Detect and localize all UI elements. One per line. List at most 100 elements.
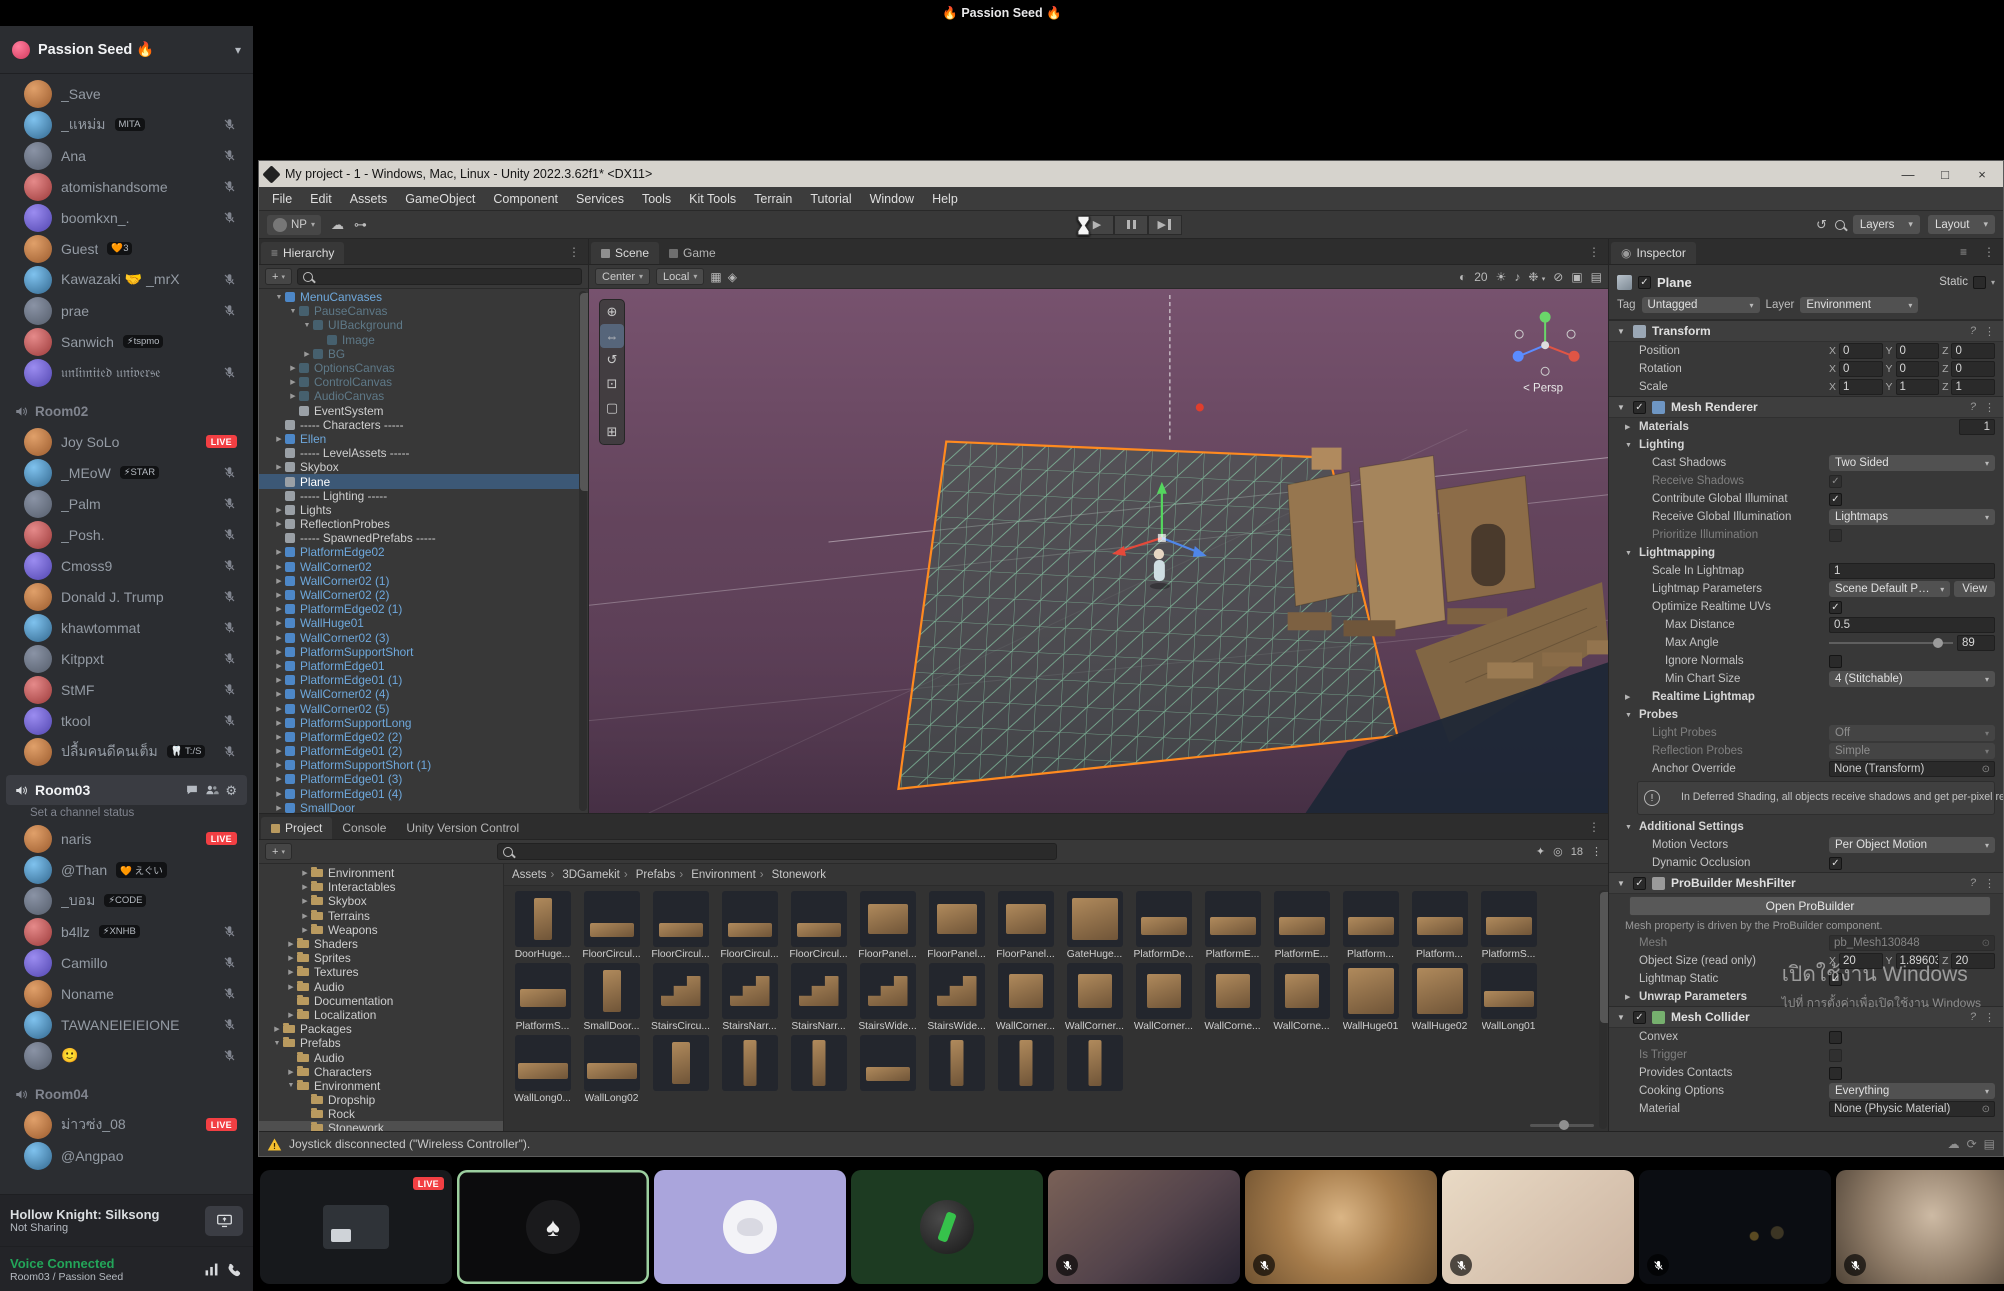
folder-item[interactable]: Stonework: [259, 1121, 503, 1131]
kebab-icon[interactable]: ⋮: [1984, 325, 1995, 338]
expand-arrow[interactable]: ▶: [299, 869, 311, 877]
hierarchy-item[interactable]: ▶ReflectionProbes: [259, 517, 588, 531]
participant-tile[interactable]: ♠: [457, 1170, 649, 1284]
asset-tile[interactable]: WallHuge02: [1405, 963, 1474, 1032]
asset-tile[interactable]: PlatformS...: [1474, 891, 1543, 960]
expand-arrow[interactable]: ▼: [287, 308, 299, 315]
process-status-icon[interactable]: ⟳: [1967, 1137, 1977, 1151]
y-field[interactable]: 0: [1896, 361, 1940, 377]
x-field[interactable]: 0: [1839, 361, 1883, 377]
inspector-row[interactable]: Receive Global IlluminationLightmaps▾Lig…: [1609, 508, 2003, 526]
expand-arrow[interactable]: ▶: [273, 804, 285, 812]
foldout-arrow[interactable]: ▼: [1617, 403, 1627, 412]
voice-user-row[interactable]: StMF: [6, 674, 247, 705]
menu-item[interactable]: Services: [567, 187, 633, 211]
participant-tile[interactable]: [851, 1170, 1043, 1284]
asset-tile[interactable]: WallLong01: [1474, 963, 1543, 1032]
folder-item[interactable]: Dropship: [259, 1093, 503, 1107]
asset-tile[interactable]: FloorCircul...: [577, 891, 646, 960]
component-enabled-checkbox[interactable]: [1633, 877, 1646, 890]
expand-arrow[interactable]: ▶: [273, 520, 285, 528]
checkbox[interactable]: [1829, 475, 1842, 488]
inspector-row[interactable]: Light ProbesOff▾OffOffOff⊙XYZOffLight Pr…: [1609, 724, 2003, 742]
expand-arrow[interactable]: ▶: [299, 897, 311, 905]
asset-tile[interactable]: WallCorner...: [1129, 963, 1198, 1032]
asset-tile[interactable]: WallHuge01: [1336, 963, 1405, 1032]
expand-arrow[interactable]: ▶: [285, 1068, 297, 1076]
inspector-row[interactable]: Unwrap Parameters▾⊙XYZUnwrap Parameters: [1609, 988, 2003, 1006]
dropdown[interactable]: Scene Default Parameters▾: [1829, 581, 1950, 597]
inspector-row[interactable]: Scale▾⊙X1Y1Z1Scale: [1609, 378, 2003, 396]
z-field[interactable]: 20: [1951, 953, 1995, 969]
folder-item[interactable]: ▶Localization: [259, 1008, 503, 1022]
inspector-row[interactable]: Max Distance0.5▾0.50.50.5⊙XYZ0.5Max Dist…: [1609, 616, 2003, 634]
inspector-row[interactable]: Lightmapping▾⊙XYZLightmapping: [1609, 544, 2003, 562]
kebab-icon[interactable]: ⋮: [1580, 245, 1608, 259]
inspector-row[interactable]: MaterialNone (Physic Material)▾None (Phy…: [1609, 1100, 2003, 1118]
tab-hierarchy[interactable]: ≡Hierarchy: [261, 242, 344, 264]
dropdown[interactable]: Per Object Motion▾: [1829, 837, 1995, 853]
hierarchy-item[interactable]: Image: [259, 333, 588, 347]
hierarchy-item[interactable]: ▶PlatformEdge01 (4): [259, 787, 588, 801]
hierarchy-item[interactable]: ▶WallCorner02: [259, 560, 588, 574]
expand-arrow[interactable]: ▶: [285, 983, 297, 991]
channel-status-hint[interactable]: Set a channel status: [0, 805, 253, 823]
folder-item[interactable]: ▶Interactables: [259, 880, 503, 894]
dropdown[interactable]: Everything▾: [1829, 1083, 1995, 1099]
thumbnail-size-slider[interactable]: [1530, 1124, 1594, 1127]
inspector-row[interactable]: Materials1▾111⊙XYZ1Materials: [1609, 418, 2003, 436]
inspector-row[interactable]: Cooking OptionsEverything▾EverythingEver…: [1609, 1082, 2003, 1100]
layers-dropdown[interactable]: Layers▾: [1853, 215, 1920, 234]
expand-arrow[interactable]: ▶: [273, 506, 285, 514]
hierarchy-item[interactable]: ▶Lights: [259, 503, 588, 517]
x-field[interactable]: 1: [1839, 379, 1883, 395]
expand-arrow[interactable]: ▶: [271, 1025, 283, 1033]
hierarchy-item[interactable]: ▶Skybox: [259, 460, 588, 474]
hierarchy-item[interactable]: ▼MenuCanvases: [259, 290, 588, 304]
foldout-arrow[interactable]: [1625, 693, 1635, 701]
folder-item[interactable]: ▶Textures: [259, 965, 503, 979]
checkbox[interactable]: [1829, 1031, 1842, 1044]
move-tool[interactable]: ⇔: [600, 324, 624, 348]
asset-tile[interactable]: GateHuge...: [1060, 891, 1129, 960]
inspector-row[interactable]: Meshpb_Mesh130848▾pb_Mesh130848pb_Mesh13…: [1609, 934, 2003, 952]
minimize-button[interactable]: —: [1893, 167, 1923, 182]
inspector-row[interactable]: Prioritize Illumination▾⊙XYZPrioritize I…: [1609, 526, 2003, 544]
inspector-row[interactable]: Cast ShadowsTwo Sided▾Two SidedTwo Sided…: [1609, 454, 2003, 472]
gear-icon[interactable]: ⚙: [225, 784, 237, 797]
asset-tile[interactable]: StairsNarr...: [715, 963, 784, 1032]
foldout-arrow[interactable]: [1625, 712, 1635, 719]
expand-arrow[interactable]: ▶: [273, 591, 285, 599]
dropdown[interactable]: 4 (Stitchable)▾: [1829, 671, 1995, 687]
voice-user-row[interactable]: Camillo: [6, 947, 247, 978]
y-field[interactable]: 1.89603: [1896, 953, 1940, 969]
expand-arrow[interactable]: ▶: [273, 690, 285, 698]
asset-tile[interactable]: WallCorne...: [1267, 963, 1336, 1032]
x-field[interactable]: 0: [1839, 343, 1883, 359]
hidden-objects-icon[interactable]: ⊘: [1553, 270, 1563, 284]
mesh-renderer-header[interactable]: ▼ Mesh Renderer ?⋮: [1609, 396, 2003, 418]
server-header[interactable]: Passion Seed 🔥 ▾: [0, 26, 253, 74]
search-icon[interactable]: [1835, 220, 1845, 230]
hierarchy-scrollbar[interactable]: [579, 291, 587, 811]
asset-tile[interactable]: PlatformDe...: [1129, 891, 1198, 960]
hierarchy-item[interactable]: ▶ControlCanvas: [259, 375, 588, 389]
hierarchy-item[interactable]: ▶PlatformEdge01 (1): [259, 673, 588, 687]
voice-user-row[interactable]: Donald J. Trump: [6, 581, 247, 612]
voice-user-row[interactable]: boomkxn_.: [6, 202, 247, 233]
participant-tile[interactable]: [1048, 1170, 1240, 1284]
foldout-arrow[interactable]: [1625, 442, 1635, 449]
inspector-row[interactable]: Receive Shadows▾⊙XYZReceive Shadows: [1609, 472, 2003, 490]
tab-inspector[interactable]: ◉Inspector: [1611, 242, 1696, 264]
dropdown[interactable]: Off▾: [1829, 725, 1995, 741]
slider[interactable]: [1829, 635, 1953, 651]
hierarchy-item[interactable]: ▶PlatformSupportShort (1): [259, 758, 588, 772]
participant-tile[interactable]: [1836, 1170, 2004, 1284]
dropdown[interactable]: Lightmaps▾: [1829, 509, 1995, 525]
voice-user-row[interactable]: Ana: [6, 140, 247, 171]
hierarchy-item[interactable]: ▶WallCorner02 (5): [259, 701, 588, 715]
kebab-icon[interactable]: ⋮: [1984, 877, 1995, 890]
checkbox[interactable]: [1829, 529, 1842, 542]
voice-user-row[interactable]: TAWANEIEIEIONE: [6, 1009, 247, 1040]
voice-user-row[interactable]: 🙂: [6, 1040, 247, 1071]
